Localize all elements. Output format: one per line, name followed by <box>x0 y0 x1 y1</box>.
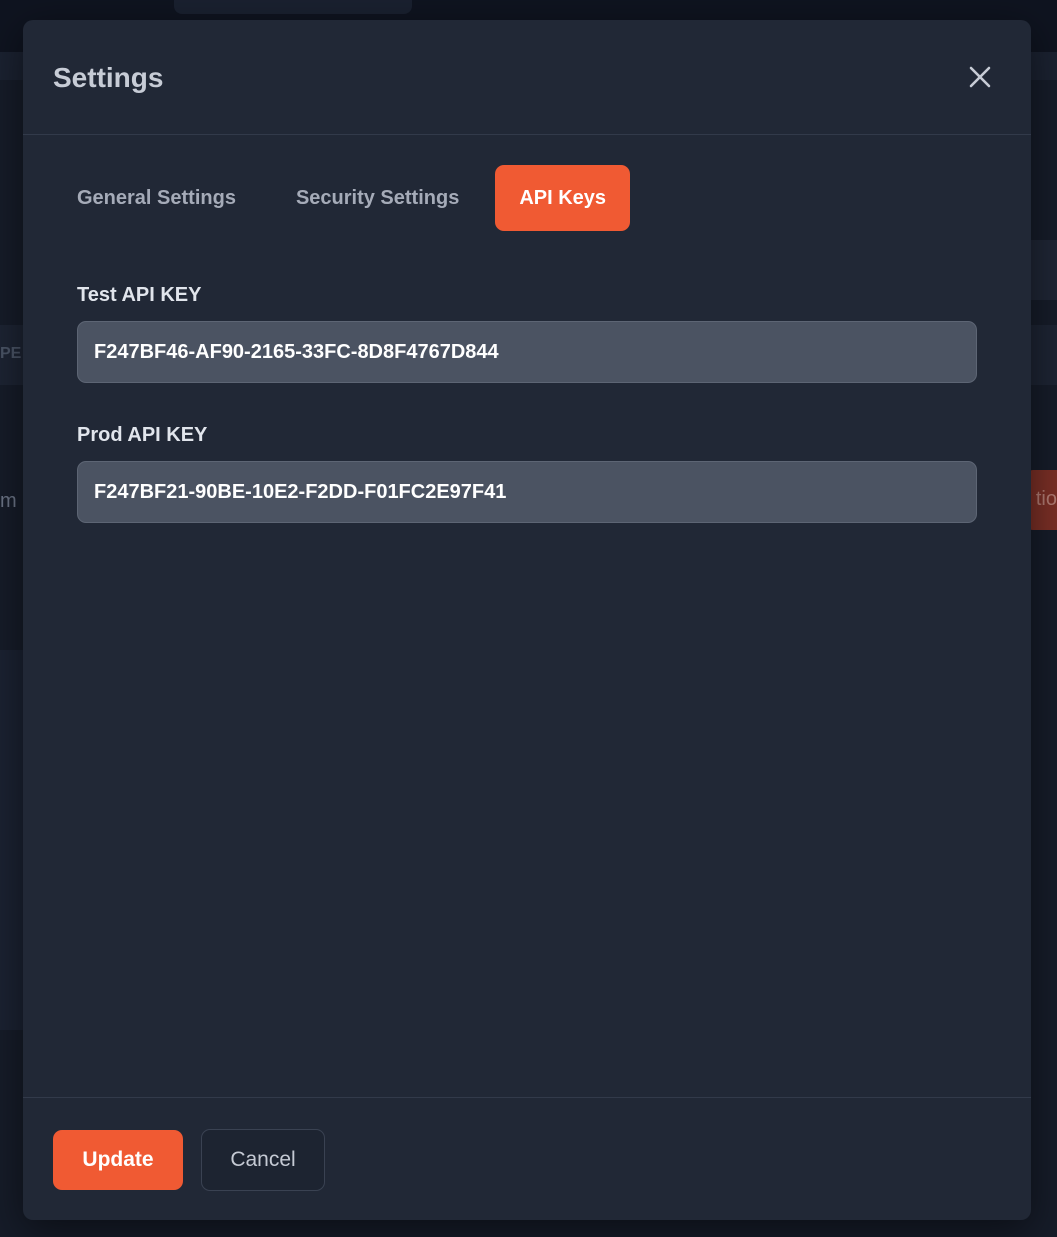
tab-security-settings[interactable]: Security Settings <box>272 165 483 231</box>
app-left-panel <box>0 650 24 1030</box>
test-api-key-label: Test API KEY <box>77 284 202 306</box>
cancel-button[interactable]: Cancel <box>201 1129 325 1191</box>
app-left-text-fragment: PE <box>0 345 22 362</box>
close-icon <box>969 66 991 88</box>
app-left-text-fragment-2: m <box>0 490 17 512</box>
tab-api-keys[interactable]: API Keys <box>495 165 631 231</box>
modal-title: Settings <box>53 62 164 93</box>
settings-modal: Settings General Settings Security Setti… <box>23 20 1031 1220</box>
prod-api-key-label: Prod API KEY <box>77 424 208 446</box>
settings-tabs: General Settings Security Settings API K… <box>53 165 631 231</box>
modal-header: Settings <box>23 20 1031 135</box>
close-button[interactable] <box>967 64 993 90</box>
prod-api-key-input[interactable] <box>77 461 977 523</box>
app-topbar-tab <box>174 0 412 14</box>
test-api-key-input[interactable] <box>77 321 977 383</box>
app-right-button-text: tio <box>1035 488 1057 510</box>
modal-footer: Update Cancel <box>23 1097 1031 1220</box>
tab-general-settings[interactable]: General Settings <box>53 165 260 231</box>
update-button[interactable]: Update <box>53 1130 183 1190</box>
